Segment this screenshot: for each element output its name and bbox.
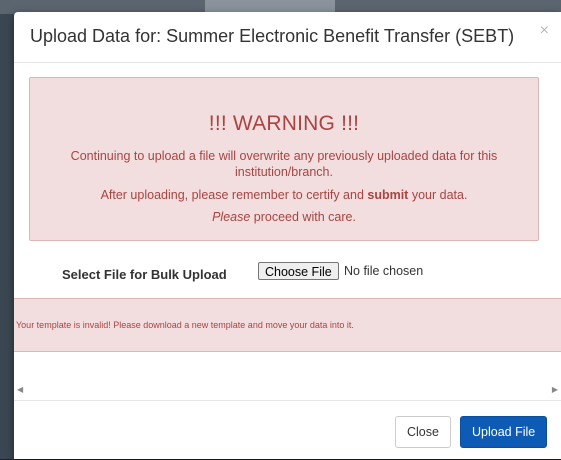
warning-title: !!! WARNING !!! bbox=[208, 112, 360, 135]
choose-file-button[interactable]: Choose File bbox=[258, 262, 339, 280]
no-file-chosen-text: No file chosen bbox=[344, 264, 424, 278]
upload-file-button[interactable]: Upload File bbox=[460, 416, 548, 448]
warning-care-rest: proceed with care. bbox=[250, 210, 356, 224]
close-button[interactable]: Close bbox=[395, 416, 451, 448]
template-error-alert: Your template is invalid! Please downloa… bbox=[14, 298, 561, 352]
backdrop-left-strip bbox=[0, 14, 14, 459]
warning-certify-before: After uploading, please remember to cert… bbox=[100, 188, 368, 202]
scroll-right-icon[interactable]: ▶ bbox=[552, 385, 558, 394]
bulk-upload-label: Select File for Bulk Upload bbox=[62, 267, 227, 282]
scroll-left-icon[interactable]: ◀ bbox=[17, 385, 23, 394]
close-icon[interactable]: × bbox=[540, 22, 549, 40]
warning-please-em: Please bbox=[212, 210, 251, 224]
warning-overwrite-text: Continuing to upload a file will overwri… bbox=[70, 149, 498, 179]
warning-submit-strong: submit bbox=[367, 188, 409, 202]
upload-modal: Upload Data for: Summer Electronic Benef… bbox=[14, 12, 561, 459]
horizontal-scrollbar[interactable]: ◀ ▶ bbox=[14, 385, 561, 397]
modal-title: Upload Data for: Summer Electronic Benef… bbox=[30, 26, 515, 46]
template-error-message: Your template is invalid! Please downloa… bbox=[16, 320, 354, 330]
warning-alert: !!! WARNING !!! Continuing to upload a f… bbox=[29, 77, 539, 241]
warning-care-text: Please proceed with care. bbox=[50, 209, 518, 225]
modal-header: Upload Data for: Summer Electronic Benef… bbox=[14, 12, 561, 63]
modal-footer: Close Upload File bbox=[14, 400, 561, 460]
warning-certify-text: After uploading, please remember to cert… bbox=[50, 187, 518, 203]
warning-certify-after: your data. bbox=[408, 188, 468, 202]
